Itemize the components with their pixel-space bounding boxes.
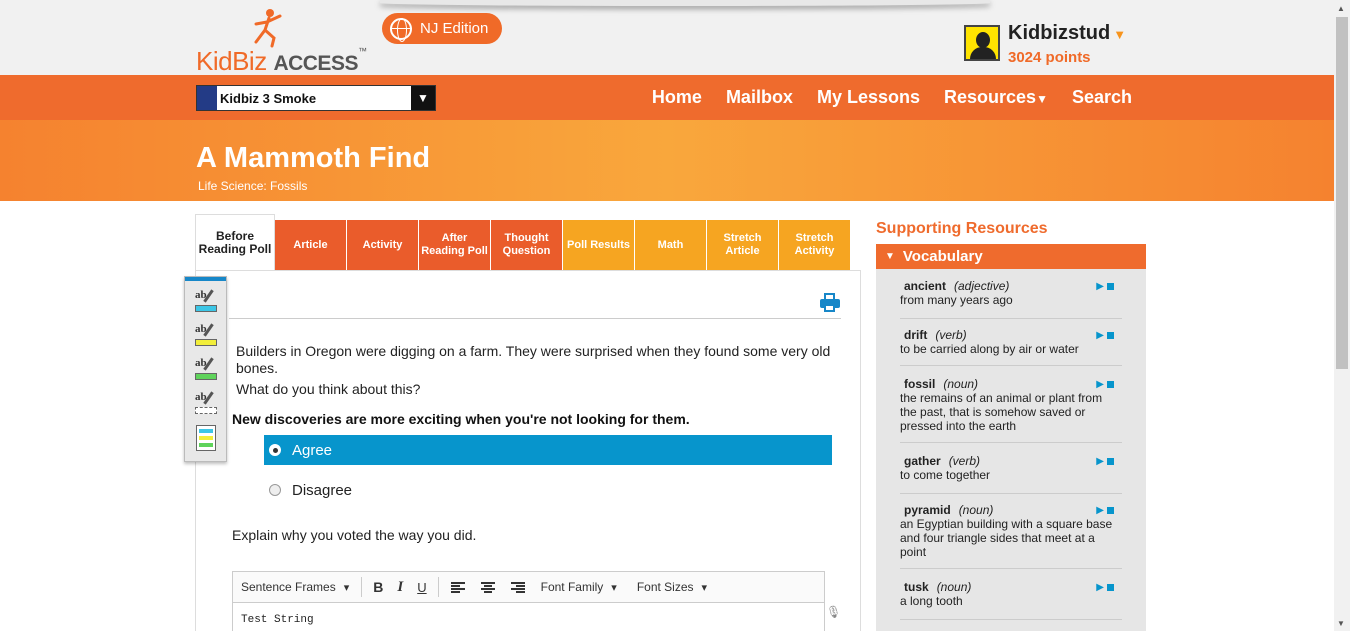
play-audio-icon[interactable]: ▶ xyxy=(1096,379,1104,390)
tab-article[interactable]: Article xyxy=(275,220,347,270)
lesson-banner: A Mammoth Find Life Science: Fossils xyxy=(0,120,1334,201)
microphone-icon[interactable]: 🎙 xyxy=(826,605,841,619)
globe-icon xyxy=(390,17,412,42)
vocabulary-list: ancient (adjective) from many years ago ▶… xyxy=(876,269,1146,631)
highlight-green-icon[interactable]: ab xyxy=(195,357,219,383)
stop-audio-icon[interactable] xyxy=(1107,507,1114,514)
supporting-resources-heading: Supporting Resources xyxy=(876,220,1048,237)
italic-button[interactable]: I xyxy=(390,579,410,596)
highlight-yellow-icon[interactable]: ab xyxy=(195,323,219,349)
chevron-down-icon: ▼ xyxy=(1113,27,1127,42)
lesson-tabs: Before Reading Poll Article Activity Aft… xyxy=(195,214,851,270)
vocabulary-header[interactable]: ▼ Vocabulary xyxy=(876,244,1146,269)
tab-stretch-activity[interactable]: Stretch Activity xyxy=(779,220,851,270)
class-select[interactable]: Kidbiz 3 Smoke ▼ xyxy=(196,85,436,111)
highlight-blue-icon[interactable]: ab xyxy=(195,289,219,315)
response-editor[interactable]: Sentence Frames B I U Font Family Font S… xyxy=(232,571,825,631)
runner-logo-icon xyxy=(254,9,282,48)
play-audio-icon[interactable]: ▶ xyxy=(1096,281,1104,292)
option-disagree[interactable]: Disagree xyxy=(264,475,832,505)
bold-button[interactable]: B xyxy=(366,579,390,595)
option-agree[interactable]: Agree xyxy=(264,435,832,465)
kidbiz-logo[interactable]: KidBiz ACCESS™ xyxy=(196,8,386,76)
tab-math[interactable]: Math xyxy=(635,220,707,270)
edition-button[interactable]: NJ Edition xyxy=(382,13,502,44)
print-icon[interactable] xyxy=(820,293,840,313)
vocab-entry: fossil (noun) the remains of an animal or… xyxy=(900,377,1122,443)
font-sizes-dropdown[interactable]: Font Sizes xyxy=(629,580,715,594)
play-audio-icon[interactable]: ▶ xyxy=(1096,582,1104,593)
tab-poll-results[interactable]: Poll Results xyxy=(563,220,635,270)
nav-resources[interactable]: Resources▼ xyxy=(944,87,1048,108)
notes-icon[interactable] xyxy=(196,425,216,451)
play-audio-icon[interactable]: ▶ xyxy=(1096,456,1104,467)
logo-text: KidBiz ACCESS™ xyxy=(196,46,367,76)
chevron-down-icon: ▼ xyxy=(1036,92,1048,106)
edition-label: NJ Edition xyxy=(420,20,489,37)
sentence-frames-dropdown[interactable]: Sentence Frames xyxy=(233,580,357,594)
scrollbar-thumb[interactable] xyxy=(1336,17,1348,369)
stop-audio-icon[interactable] xyxy=(1107,458,1114,465)
tab-stretch-article[interactable]: Stretch Article xyxy=(707,220,779,270)
scroll-down-icon[interactable]: ▼ xyxy=(1337,619,1345,628)
tab-activity[interactable]: Activity xyxy=(347,220,419,270)
collapse-triangle-icon: ▼ xyxy=(885,251,895,262)
highlighter-toolbar: ab ab ab ab xyxy=(184,276,227,462)
erase-highlight-icon[interactable]: ab xyxy=(195,391,219,417)
tab-before-reading-poll[interactable]: Before Reading Poll xyxy=(195,214,275,270)
class-color-swatch xyxy=(197,86,217,110)
editor-text[interactable]: Test String xyxy=(233,603,824,631)
font-family-dropdown[interactable]: Font Family xyxy=(533,580,625,594)
main-nav: Kidbiz 3 Smoke ▼ Home Mailbox My Lessons… xyxy=(0,75,1334,120)
poll-question: New discoveries are more exciting when y… xyxy=(232,411,690,427)
play-audio-icon[interactable]: ▶ xyxy=(1096,505,1104,516)
class-select-value: Kidbiz 3 Smoke xyxy=(220,90,317,106)
nav-my-lessons[interactable]: My Lessons xyxy=(817,87,920,108)
lesson-title: A Mammoth Find xyxy=(196,142,431,174)
stop-audio-icon[interactable] xyxy=(1107,332,1114,339)
poll-panel: Builders in Oregon were digging on a far… xyxy=(195,270,861,631)
vocab-entry: pyramid (noun) an Egyptian building with … xyxy=(900,503,1122,569)
stop-audio-icon[interactable] xyxy=(1107,584,1114,591)
page-scrollbar[interactable]: ▲ ▼ xyxy=(1334,0,1350,631)
tab-thought-question[interactable]: Thought Question xyxy=(491,220,563,270)
avatar xyxy=(964,25,1000,61)
dropdown-arrow-icon[interactable]: ▼ xyxy=(411,86,435,110)
underline-button[interactable]: U xyxy=(410,580,433,595)
vocab-entry: ancient (adjective) from many years ago ▶ xyxy=(900,279,1122,319)
nav-home[interactable]: Home xyxy=(652,87,702,108)
nav-mailbox[interactable]: Mailbox xyxy=(726,87,793,108)
user-name: Kidbizstud ▼ xyxy=(1008,22,1127,44)
stop-audio-icon[interactable] xyxy=(1107,283,1114,290)
vocab-entry: gather (verb) to come together ▶ xyxy=(900,454,1122,494)
radio-button[interactable] xyxy=(269,444,281,456)
stop-audio-icon[interactable] xyxy=(1107,381,1114,388)
editor-toolbar: Sentence Frames B I U Font Family Font S… xyxy=(233,572,824,603)
align-left-icon[interactable] xyxy=(450,581,465,593)
radio-button[interactable] xyxy=(269,484,281,496)
lesson-subtitle: Life Science: Fossils xyxy=(198,179,308,193)
divider xyxy=(229,318,841,319)
user-points: 3024 points xyxy=(1008,49,1091,66)
vocab-entry: drift (verb) to be carried along by air o… xyxy=(900,328,1122,366)
poll-prompt: Builders in Oregon were digging on a far… xyxy=(236,343,831,397)
vocab-entry: tusk (noun) a long tooth ▶ xyxy=(900,580,1122,620)
header-shadow xyxy=(380,0,990,6)
scroll-up-icon[interactable]: ▲ xyxy=(1337,4,1345,13)
tab-after-reading-poll[interactable]: After Reading Poll xyxy=(419,220,491,270)
align-right-icon[interactable] xyxy=(510,581,525,593)
explain-prompt: Explain why you voted the way you did. xyxy=(232,527,477,543)
play-audio-icon[interactable]: ▶ xyxy=(1096,330,1104,341)
align-center-icon[interactable] xyxy=(480,581,495,593)
nav-search[interactable]: Search xyxy=(1072,87,1132,108)
